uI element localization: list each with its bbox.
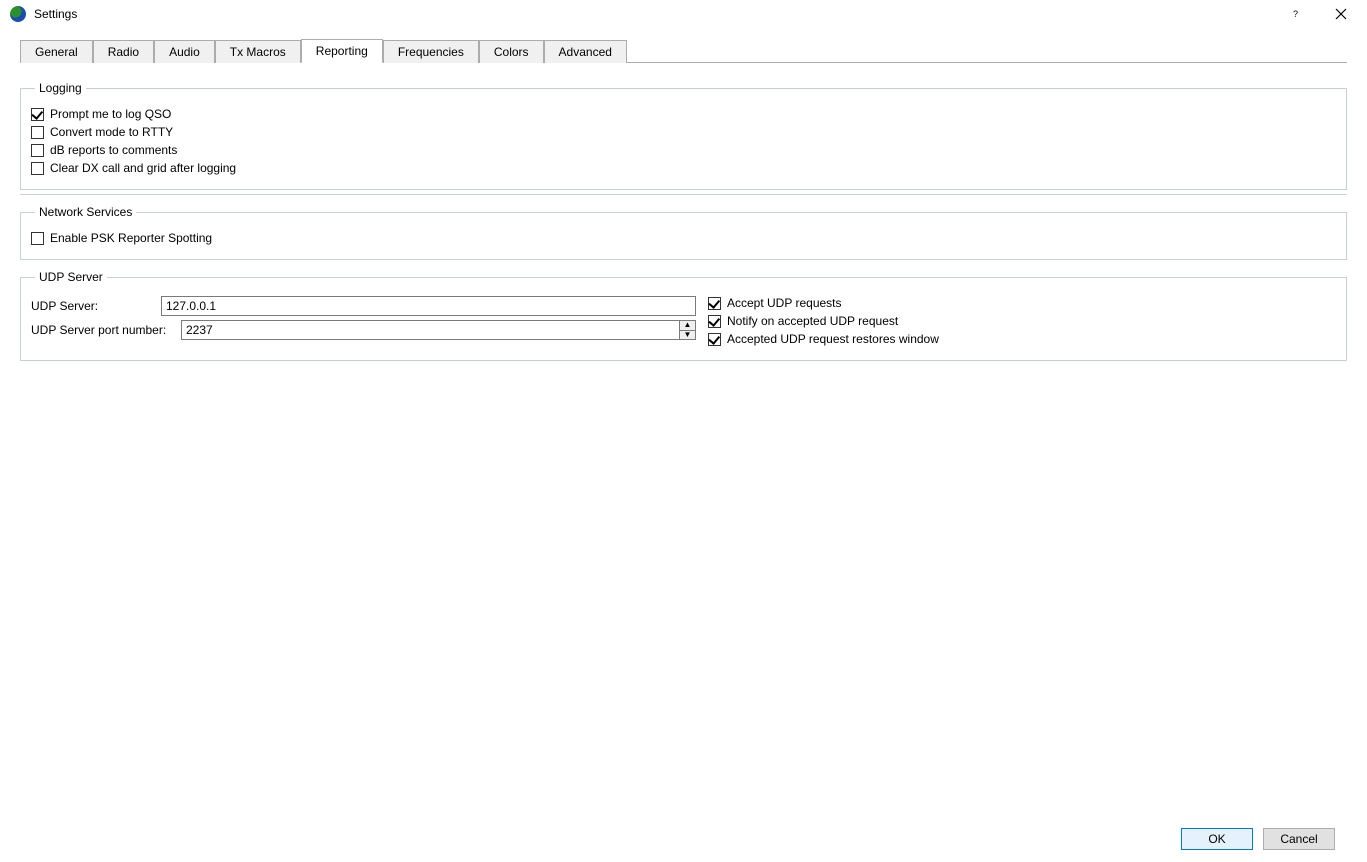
- tab-radio[interactable]: Radio: [93, 40, 154, 63]
- db-comments-checkbox[interactable]: [31, 144, 44, 157]
- tabs: General Radio Audio Tx Macros Reporting …: [20, 38, 1347, 63]
- tab-colors[interactable]: Colors: [479, 40, 544, 63]
- restore-window-label: Accepted UDP request restores window: [727, 332, 939, 346]
- tab-advanced[interactable]: Advanced: [544, 40, 627, 63]
- network-legend: Network Services: [35, 205, 136, 219]
- udp-server-group: UDP Server UDP Server: UDP Server port n…: [20, 270, 1347, 361]
- notify-udp-checkbox[interactable]: [708, 315, 721, 328]
- udp-legend: UDP Server: [35, 270, 107, 284]
- tab-general[interactable]: General: [20, 40, 93, 63]
- udp-server-label: UDP Server:: [31, 299, 161, 313]
- settings-window: Settings ? General Radio Audio Tx Macros…: [0, 0, 1367, 862]
- close-button[interactable]: [1318, 0, 1363, 28]
- udp-server-input[interactable]: [161, 296, 696, 316]
- udp-port-step-down[interactable]: ▼: [680, 331, 695, 340]
- psk-reporter-checkbox[interactable]: [31, 232, 44, 245]
- convert-rtty-label: Convert mode to RTTY: [50, 125, 173, 139]
- window-title: Settings: [34, 7, 77, 21]
- cancel-button[interactable]: Cancel: [1263, 828, 1335, 850]
- prompt-qso-checkbox[interactable]: [31, 108, 44, 121]
- help-button[interactable]: ?: [1273, 0, 1318, 28]
- logging-group: Logging Prompt me to log QSO Convert mod…: [20, 81, 1347, 190]
- dialog-footer: OK Cancel: [10, 816, 1357, 862]
- accept-udp-checkbox[interactable]: [708, 297, 721, 310]
- clear-dx-checkbox[interactable]: [31, 162, 44, 175]
- prompt-qso-label: Prompt me to log QSO: [50, 107, 171, 121]
- tab-reporting[interactable]: Reporting: [301, 39, 383, 63]
- db-comments-label: dB reports to comments: [50, 143, 177, 157]
- udp-port-input[interactable]: [182, 321, 679, 339]
- notify-udp-label: Notify on accepted UDP request: [727, 314, 898, 328]
- ok-button[interactable]: OK: [1181, 828, 1253, 850]
- udp-port-label: UDP Server port number:: [31, 323, 181, 337]
- app-icon: [10, 6, 26, 22]
- tab-audio[interactable]: Audio: [154, 40, 215, 63]
- clear-dx-label: Clear DX call and grid after logging: [50, 161, 236, 175]
- divider: [20, 194, 1347, 195]
- psk-reporter-label: Enable PSK Reporter Spotting: [50, 231, 212, 245]
- titlebar: Settings ?: [0, 0, 1367, 28]
- svg-text:?: ?: [1293, 9, 1298, 19]
- network-services-group: Network Services Enable PSK Reporter Spo…: [20, 205, 1347, 260]
- tab-panel-reporting: Logging Prompt me to log QSO Convert mod…: [10, 63, 1357, 816]
- logging-legend: Logging: [35, 81, 86, 95]
- tab-frequencies[interactable]: Frequencies: [383, 40, 479, 63]
- restore-window-checkbox[interactable]: [708, 333, 721, 346]
- convert-rtty-checkbox[interactable]: [31, 126, 44, 139]
- accept-udp-label: Accept UDP requests: [727, 296, 842, 310]
- tab-tx-macros[interactable]: Tx Macros: [215, 40, 301, 63]
